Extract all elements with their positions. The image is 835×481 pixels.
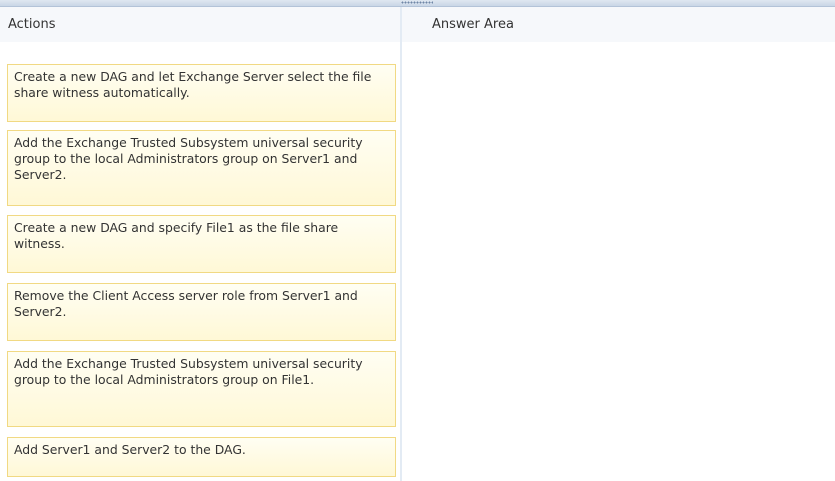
action-item-text: Add Server1 and Server2 to the DAG. [14,442,246,457]
action-item-6[interactable]: Add Server1 and Server2 to the DAG. [7,437,396,477]
actions-title: Actions [8,17,56,32]
answer-drop-zone[interactable] [402,42,835,481]
actions-header: Actions [0,7,401,42]
action-item-text: Create a new DAG and specify File1 as th… [14,220,339,251]
action-item-text: Add the Exchange Trusted Subsystem unive… [14,356,363,387]
action-item-text: Add the Exchange Trusted Subsystem unive… [14,135,363,182]
answer-area-title: Answer Area [432,17,514,32]
answer-area-pane[interactable]: Answer Area [402,7,835,481]
action-item-text: Remove the Client Access server role fro… [14,288,358,319]
action-item-2[interactable]: Add the Exchange Trusted Subsystem unive… [7,130,396,206]
action-item-4[interactable]: Remove the Client Access server role fro… [7,283,396,341]
resize-grip-icon[interactable] [401,1,433,4]
action-item-5[interactable]: Add the Exchange Trusted Subsystem unive… [7,351,396,427]
action-item-3[interactable]: Create a new DAG and specify File1 as th… [7,215,396,273]
actions-pane: Actions Create a new DAG and let Exchang… [0,7,402,481]
action-item-1[interactable]: Create a new DAG and let Exchange Server… [7,64,396,122]
answer-area-header: Answer Area [402,7,835,42]
top-frame-bar [0,0,835,7]
action-item-text: Create a new DAG and let Exchange Server… [14,69,372,100]
